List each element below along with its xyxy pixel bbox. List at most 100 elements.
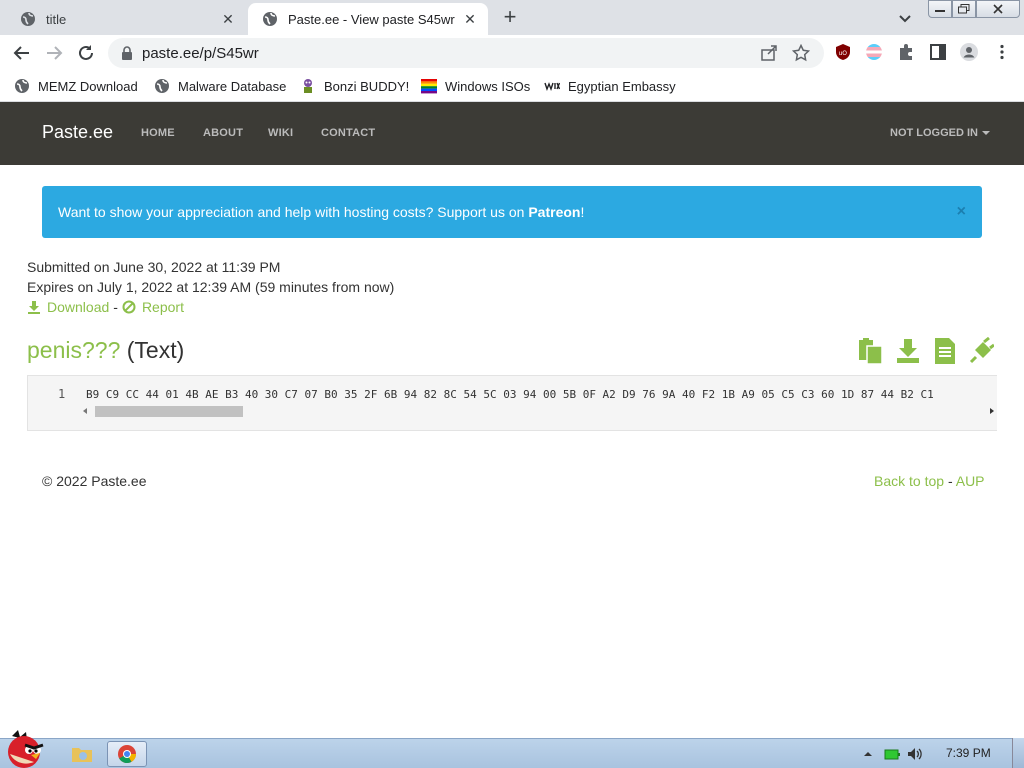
maximize-button[interactable]	[952, 0, 976, 18]
bookmark-label: MEMZ Download	[38, 78, 138, 94]
nav-contact[interactable]: CONTACT	[321, 127, 375, 139]
download-icon[interactable]	[895, 337, 921, 365]
patreon-alert: Want to show your appreciation and help …	[42, 186, 982, 238]
paste-name: penis???	[27, 337, 121, 363]
globe-icon	[263, 12, 277, 26]
close-icon	[993, 4, 1003, 14]
svg-text:uO: uO	[839, 50, 848, 57]
close-window-button[interactable]	[976, 0, 1020, 18]
footer-links: Back to top - AUP	[874, 473, 985, 489]
tab-inactive[interactable]: title ✕	[6, 3, 246, 35]
reload-button[interactable]	[74, 41, 98, 65]
start-button-angry-bird-icon[interactable]	[2, 728, 50, 768]
raw-file-icon[interactable]	[932, 337, 958, 365]
separator: -	[947, 473, 953, 489]
bookmark-malware-database[interactable]: Malware Database	[154, 76, 286, 96]
minimize-icon	[935, 10, 945, 12]
bookmark-label: Windows ISOs	[445, 78, 531, 94]
address-bar[interactable]: paste.ee/p/S45wr	[108, 38, 824, 68]
bookmark-windows-isos[interactable]: Windows ISOs	[421, 76, 530, 96]
chrome-taskbar-button[interactable]	[107, 741, 147, 767]
bookmark-label: Bonzi BUDDY!	[324, 78, 410, 94]
paste-code-box: 1 B9 C9 CC 44 01 4B AE B3 40 30 C7 07 B0…	[27, 375, 997, 431]
explorer-taskbar-button[interactable]	[62, 741, 102, 767]
footer-copyright: © 2022 Paste.ee	[42, 473, 147, 489]
lock-icon[interactable]	[120, 46, 134, 60]
line-number: 1	[58, 387, 66, 401]
bookmark-bonzi-buddy[interactable]: Bonzi BUDDY!	[300, 76, 409, 96]
wix-icon	[544, 82, 560, 92]
paste-type: (Text)	[126, 337, 185, 363]
paste-actions: Download - Report	[27, 299, 184, 315]
volume-icon[interactable]	[906, 746, 924, 762]
bookmark-memz[interactable]: MEMZ Download	[14, 76, 138, 96]
plug-icon[interactable]	[968, 337, 994, 365]
login-dropdown[interactable]: NOT LOGGED IN	[890, 127, 990, 139]
caret-down-icon	[982, 131, 990, 136]
bookmarks-bar: MEMZ Download Malware Database Bonzi BUD…	[0, 71, 1024, 102]
ublock-icon[interactable]: uO	[834, 43, 852, 61]
taskbar-clock[interactable]: 7:39 PM	[946, 746, 991, 760]
bonzi-icon	[304, 79, 312, 93]
bookmark-egyptian-embassy[interactable]: Egyptian Embassy	[544, 76, 676, 96]
close-tab-icon[interactable]: ✕	[462, 11, 478, 27]
site-navbar: Paste.ee HOME ABOUT WIKI CONTACT NOT LOG…	[0, 102, 1024, 165]
alert-text: Want to show your appreciation and help …	[58, 204, 525, 220]
tab-active[interactable]: Paste.ee - View paste S45wr ✕	[248, 3, 488, 35]
new-tab-button[interactable]: +	[498, 6, 522, 30]
report-link[interactable]: Report	[142, 299, 184, 315]
side-panel-icon[interactable]	[929, 43, 947, 61]
expires-text: Expires on July 1, 2022 at 12:39 AM (59 …	[27, 279, 395, 295]
menu-kebab-icon[interactable]	[993, 43, 1011, 61]
extensions-puzzle-icon[interactable]	[897, 43, 915, 61]
back-to-top-link[interactable]: Back to top	[874, 473, 944, 489]
forward-button[interactable]	[42, 41, 66, 65]
ban-icon	[122, 300, 136, 314]
bookmark-label: Malware Database	[178, 78, 287, 94]
alert-suffix: !	[580, 204, 585, 220]
nav-about[interactable]: ABOUT	[203, 127, 243, 139]
tab-title: Paste.ee - View paste S45wr	[288, 11, 455, 27]
nav-wiki[interactable]: WIKI	[268, 127, 293, 139]
aup-link[interactable]: AUP	[956, 473, 985, 489]
arrow-left-icon	[13, 46, 29, 60]
tab-strip: title ✕ Paste.ee - View paste S45wr ✕ +	[0, 0, 1024, 35]
scrollbar-thumb[interactable]	[95, 406, 243, 417]
show-hidden-icons-icon[interactable]	[862, 746, 874, 762]
globe-icon	[21, 12, 35, 26]
pride-flag-icon[interactable]	[865, 43, 883, 61]
back-button[interactable]	[10, 41, 34, 65]
patreon-link[interactable]: Patreon	[528, 204, 580, 220]
bookmark-label: Egyptian Embassy	[568, 78, 676, 94]
download-link[interactable]: Download	[47, 299, 109, 315]
rainbow-flag-icon	[421, 79, 437, 94]
copy-icon[interactable]	[858, 337, 884, 365]
paste-title: penis??? (Text)	[27, 337, 184, 364]
login-label: NOT LOGGED IN	[890, 127, 978, 139]
scroll-right-icon[interactable]	[990, 408, 994, 414]
reload-icon	[79, 45, 93, 60]
code-line: B9 C9 CC 44 01 4B AE B3 40 30 C7 07 B0 3…	[86, 388, 934, 401]
bookmark-star-icon[interactable]	[792, 44, 810, 62]
tab-title: title	[46, 11, 67, 27]
site-brand-link[interactable]: Paste.ee	[42, 122, 113, 143]
chrome-icon	[118, 745, 136, 764]
separator: -	[113, 299, 118, 315]
download-icon	[28, 301, 40, 314]
minimize-button[interactable]	[928, 0, 952, 18]
network-battery-icon[interactable]	[884, 746, 900, 762]
show-desktop-button[interactable]	[1012, 738, 1024, 768]
nav-home[interactable]: HOME	[141, 127, 175, 139]
profile-avatar-icon[interactable]	[960, 43, 978, 61]
scroll-left-icon[interactable]	[83, 408, 87, 414]
restore-icon	[958, 4, 970, 14]
share-icon[interactable]	[760, 44, 778, 62]
folder-icon	[72, 748, 92, 762]
submitted-text: Submitted on June 30, 2022 at 11:39 PM	[27, 259, 281, 275]
chevron-down-icon[interactable]	[896, 9, 914, 27]
globe-icon	[155, 79, 169, 93]
url-text[interactable]: paste.ee/p/S45wr	[142, 45, 760, 62]
close-tab-icon[interactable]: ✕	[220, 11, 236, 27]
alert-close-button[interactable]: ×	[957, 203, 966, 221]
horizontal-scrollbar[interactable]	[80, 405, 997, 417]
